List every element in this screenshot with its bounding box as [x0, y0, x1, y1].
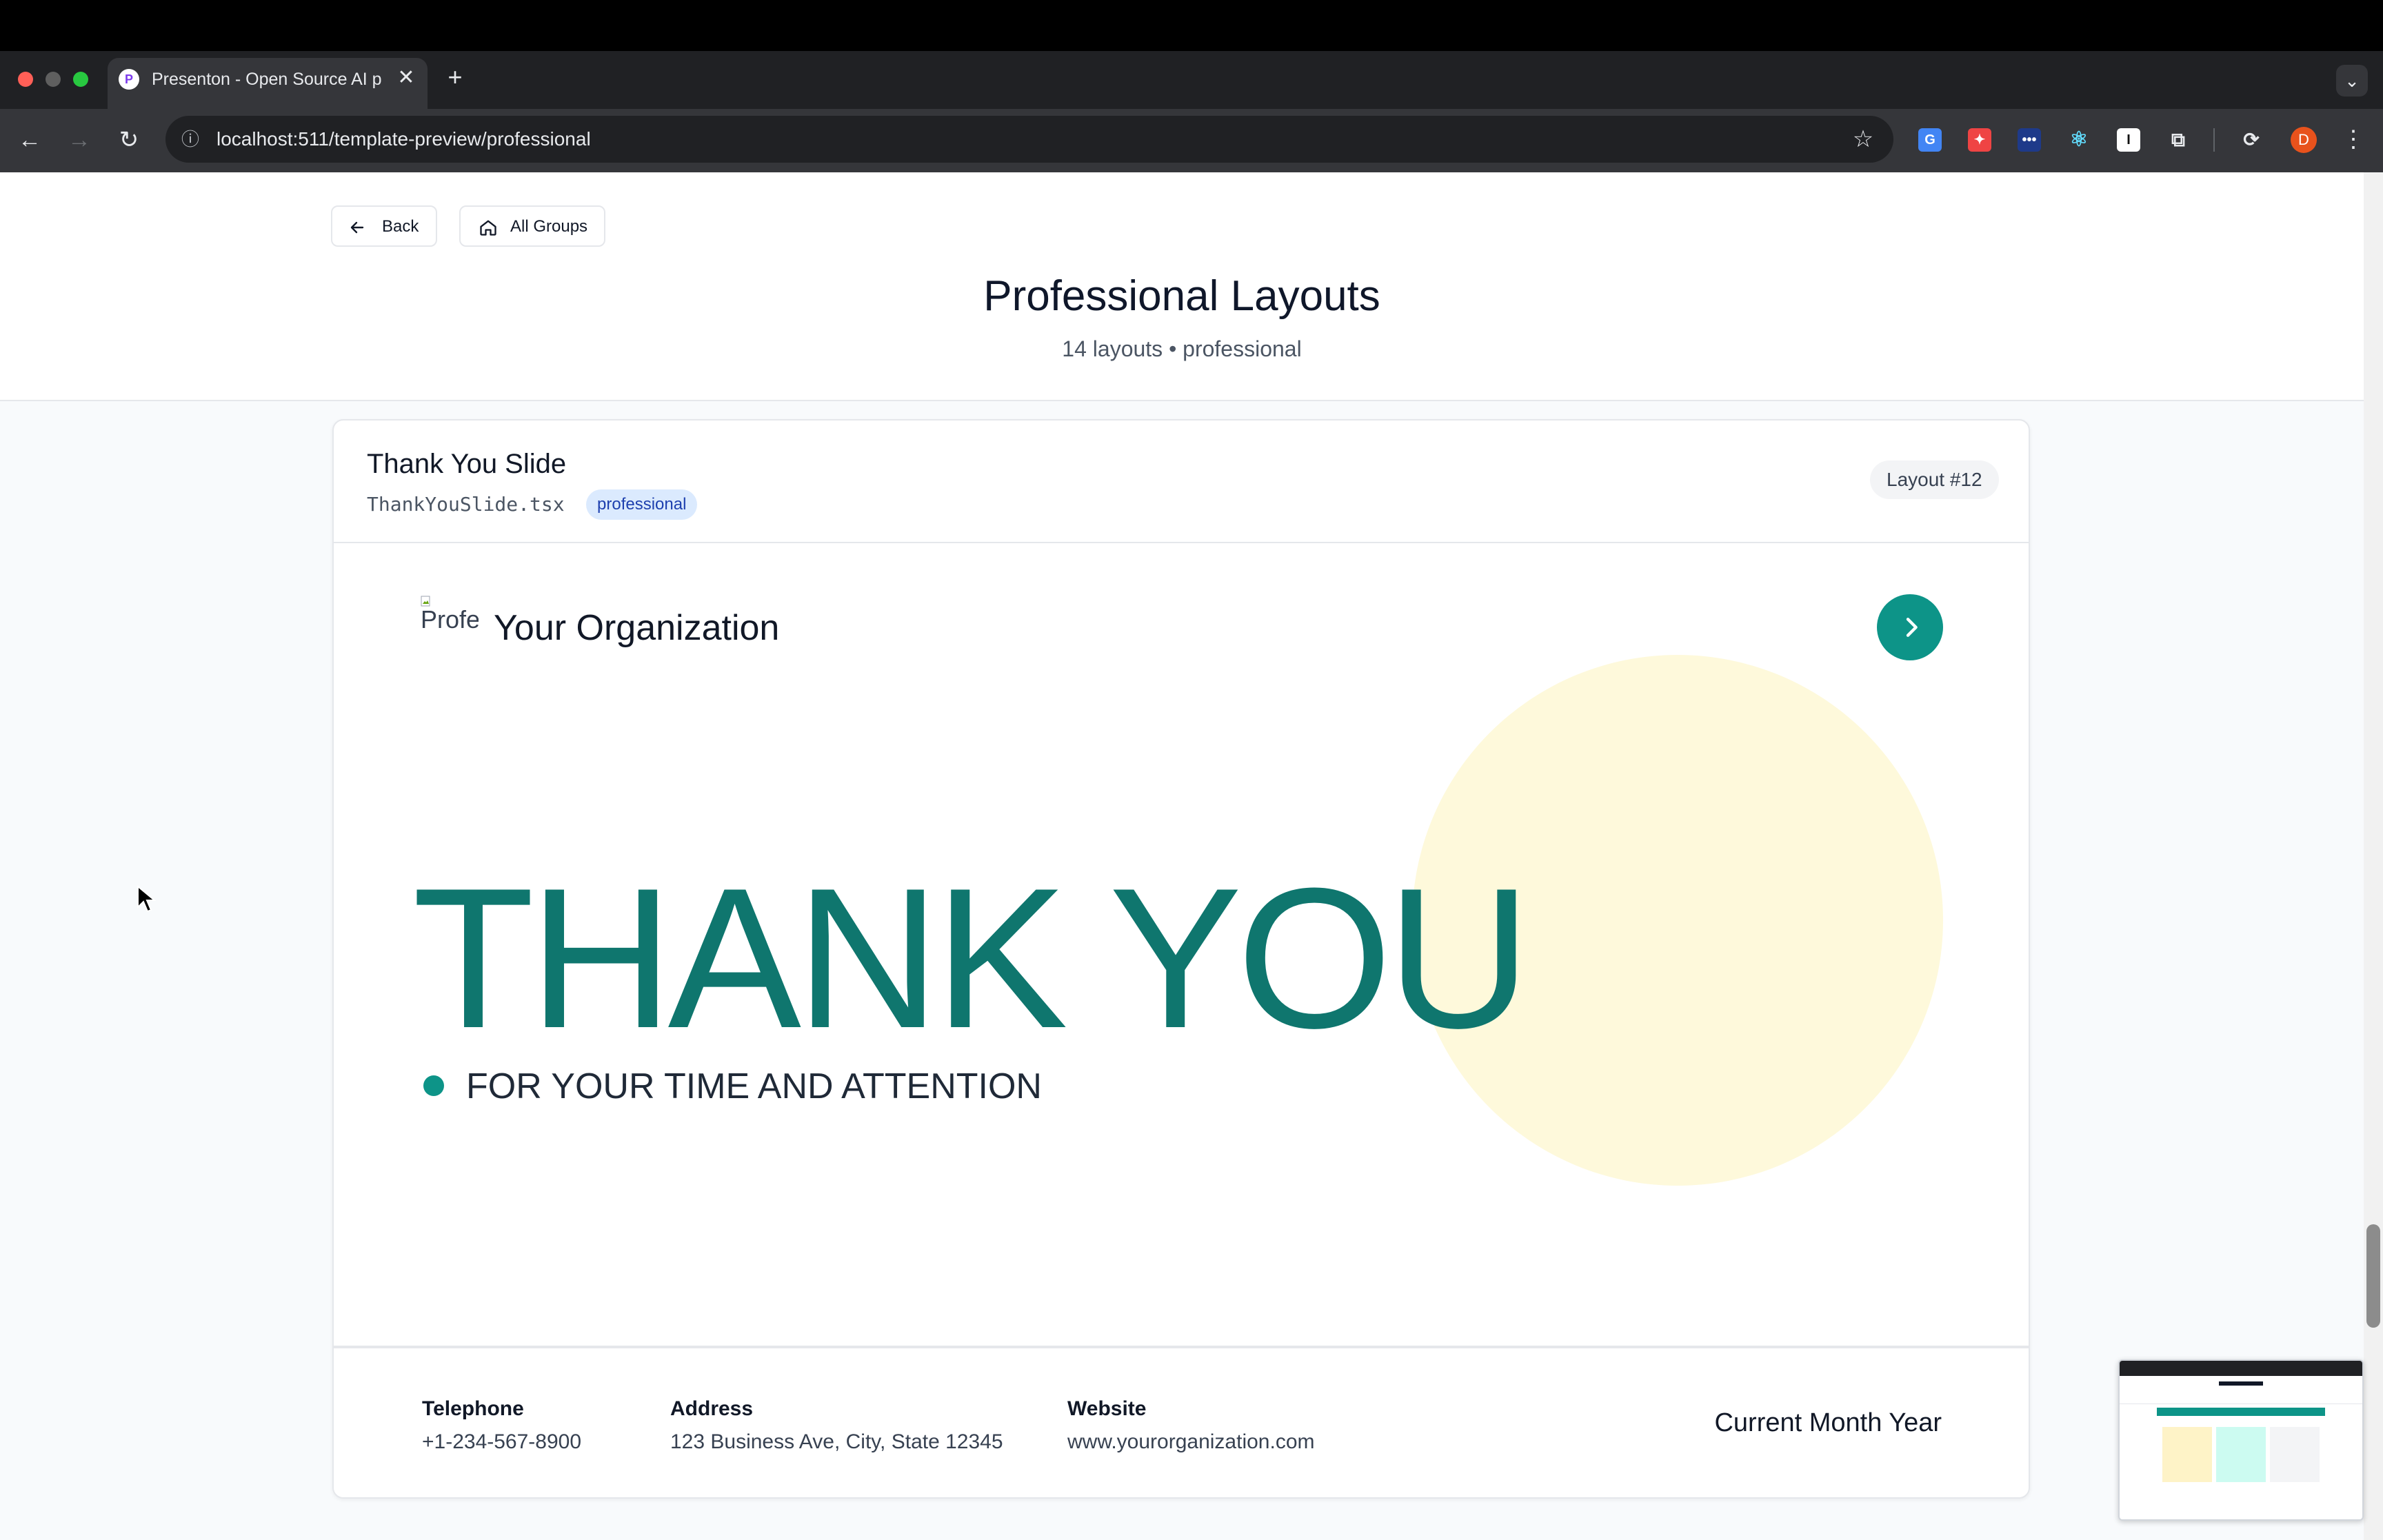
mini-header	[2120, 1376, 2362, 1404]
layout-card-header: Thank You Slide ThankYouSlide.tsx profes…	[334, 421, 2029, 543]
next-slide-button[interactable]	[1877, 594, 1943, 660]
mini-card-yellow	[2162, 1427, 2212, 1482]
page-subtitle: 14 layouts • professional	[1062, 336, 1302, 361]
reader-extension-icon[interactable]: I	[2117, 128, 2140, 152]
mini-card-gray	[2270, 1427, 2320, 1482]
slide-preview: Professional Your Organization THANK YOU…	[334, 543, 2029, 1497]
tab-close-icon[interactable]: ✕	[394, 66, 418, 90]
address-label: Address	[670, 1397, 754, 1420]
rocket-extension-icon[interactable]: ✦	[1968, 128, 1991, 152]
address-value: 123 Business Ave, City, State 12345	[670, 1430, 1003, 1453]
sync-icon[interactable]: ⟳	[2240, 128, 2263, 152]
mini-teal-banner	[2157, 1408, 2325, 1416]
layout-group-badge: professional	[586, 489, 698, 520]
organization-name: Your Organization	[494, 608, 780, 648]
bookmark-star-icon[interactable]: ☆	[1848, 124, 1878, 154]
tab-favicon-icon: P	[119, 69, 139, 90]
tab-search-button[interactable]: ⌄	[2336, 65, 2368, 97]
reload-button[interactable]: ↻	[113, 124, 145, 156]
puzzle-extensions-icon[interactable]: ⧉	[2166, 128, 2190, 152]
site-info-icon[interactable]: ⓘ	[178, 127, 203, 152]
chevron-right-icon	[1906, 618, 1918, 637]
all-groups-label: All Groups	[510, 217, 588, 236]
new-tab-button[interactable]: +	[441, 63, 469, 91]
tab-title: Presenton - Open Source AI p	[152, 70, 382, 89]
all-groups-button[interactable]: All Groups	[459, 205, 605, 247]
minimize-window-button[interactable]	[46, 72, 61, 87]
scrollbar-thumb[interactable]	[2366, 1224, 2380, 1328]
thank-you-title: THANK YOU	[412, 847, 1531, 1070]
toolbar-divider	[2213, 128, 2215, 152]
password-extension-icon[interactable]: •••	[2018, 128, 2041, 152]
picture-in-picture-preview[interactable]	[2118, 1359, 2364, 1521]
telephone-label: Telephone	[422, 1397, 524, 1420]
page-title: Professional Layouts	[983, 272, 1380, 320]
mini-title-bar	[2219, 1381, 2263, 1386]
forward-nav-button[interactable]: →	[63, 124, 95, 156]
footer-date: Current Month Year	[1714, 1408, 1942, 1437]
react-devtools-icon[interactable]: ⚛	[2067, 128, 2091, 152]
os-menu-bar	[0, 0, 2383, 51]
telephone-value: +1-234-567-8900	[422, 1430, 582, 1453]
google-translate-icon[interactable]: G	[1918, 128, 1942, 152]
back-button-label: Back	[382, 217, 419, 236]
close-window-button[interactable]	[18, 72, 33, 87]
website-value: www.yourorganization.com	[1067, 1430, 1315, 1453]
browser-menu-icon[interactable]: ⋮	[2339, 124, 2368, 154]
website-label: Website	[1067, 1397, 1147, 1420]
thank-you-subtitle: FOR YOUR TIME AND ATTENTION	[466, 1066, 1042, 1106]
maximize-window-button[interactable]	[73, 72, 88, 87]
layout-number-badge: Layout #12	[1870, 460, 1999, 499]
arrow-left-icon	[350, 221, 364, 234]
bullet-dot	[423, 1075, 444, 1096]
layout-name: Thank You Slide	[367, 449, 567, 479]
mini-card-teal	[2216, 1427, 2266, 1482]
profile-avatar[interactable]: D	[2291, 127, 2317, 153]
url-text[interactable]: localhost:511/template-preview/professio…	[217, 125, 1044, 153]
scrollbar-track[interactable]	[2364, 172, 2383, 1540]
layout-file-name: ThankYouSlide.tsx	[367, 493, 565, 516]
organization-logo-image: Professional	[421, 596, 479, 651]
home-icon	[480, 220, 496, 236]
back-nav-button[interactable]: ←	[14, 124, 46, 156]
mouse-cursor-icon	[137, 884, 157, 913]
footer-divider	[334, 1346, 2029, 1348]
layout-card: Thank You Slide ThankYouSlide.tsx profes…	[332, 419, 2030, 1499]
logo-alt-text: Professional	[421, 605, 479, 634]
back-button[interactable]: Back	[331, 205, 437, 247]
mini-browser-bar	[2120, 1361, 2362, 1376]
